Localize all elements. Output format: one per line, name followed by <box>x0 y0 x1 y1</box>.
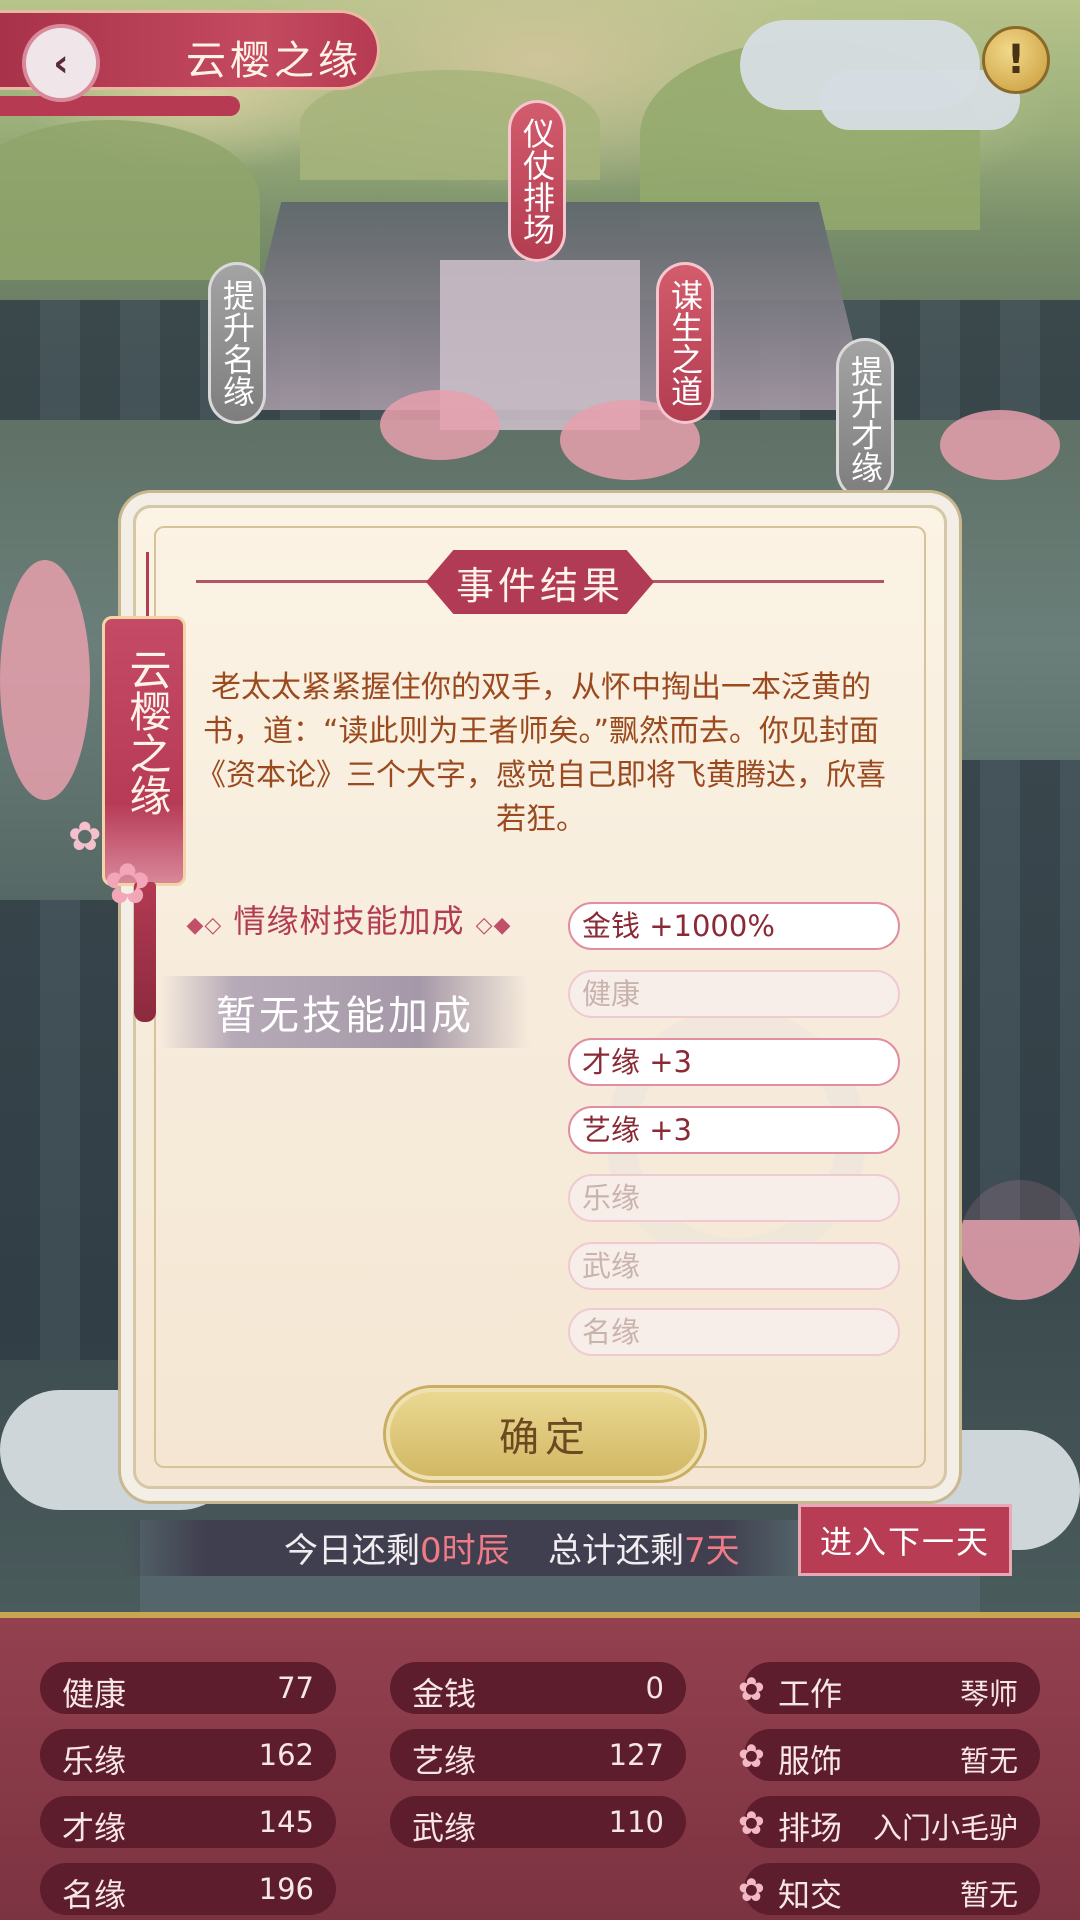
hanging-tag: 云樱之缘 ✿ ✿ <box>68 552 194 1022</box>
title-banner: ‹ 云樱之缘 <box>0 10 380 130</box>
stat-job[interactable]: ✿ 工作 琴师 <box>738 1662 1040 1714</box>
stat-procession[interactable]: ✿ 排场 入门小毛驴 <box>738 1796 1040 1848</box>
reward-health: 健康 <box>568 970 900 1018</box>
total-remaining: 总计还剩7天 <box>548 1531 740 1571</box>
map-tag-procession[interactable]: 仪仗排场 <box>508 100 566 262</box>
info-button[interactable]: ! <box>982 26 1050 94</box>
today-remaining: 今日还剩0时辰 <box>284 1531 510 1571</box>
map-tag-livelihood[interactable]: 谋生之道 <box>656 262 714 424</box>
event-result-dialog: 事件结果 老太太紧紧握住你的双手，从怀中掏出一本泛黄的书，道：“读此则为王者师矣… <box>133 505 947 1489</box>
confirm-button[interactable]: 确定 <box>386 1388 704 1480</box>
next-day-button[interactable]: 进入下一天 <box>798 1504 1012 1576</box>
blossom-icon: ✿ <box>68 814 102 860</box>
stat-art: 艺缘 127 <box>390 1729 686 1781</box>
blossom-icon: ✿ <box>738 1670 765 1708</box>
reward-fame: 名缘 <box>568 1308 900 1356</box>
stat-attire[interactable]: ✿ 服饰 暂无 <box>738 1729 1040 1781</box>
banner-title: 云樱之缘 <box>186 38 362 84</box>
skill-bonus-value: 暂无技能加成 <box>160 976 530 1048</box>
stat-fame: 名缘 196 <box>40 1863 336 1915</box>
stats-panel: 健康 77 乐缘 162 才缘 145 名缘 196 金钱 0 艺缘 127 武缘 110 ✿… <box>0 1612 1080 1920</box>
game-screen: ‹ 云樱之缘 ! 仪仗排场 提升名缘 谋生之道 提升才缘 今日还剩0时辰 总计还… <box>0 0 1080 1920</box>
dialog-title: 事件结果 <box>426 550 654 614</box>
blossom-icon: ✿ <box>738 1737 765 1775</box>
stat-talent: 才缘 145 <box>40 1796 336 1848</box>
back-button[interactable]: ‹ <box>26 28 96 98</box>
map-tag-fame[interactable]: 提升名缘 <box>208 262 266 424</box>
stat-music: 乐缘 162 <box>40 1729 336 1781</box>
reward-music: 乐缘 <box>568 1174 900 1222</box>
exclamation-icon: ! <box>1006 37 1026 83</box>
stat-friend[interactable]: ✿ 知交 暂无 <box>738 1863 1040 1915</box>
skill-bonus-title: ◆◇ 情缘树技能加成 ◇◆ <box>186 902 512 940</box>
reward-talent: 才缘 +3 <box>568 1038 900 1086</box>
reward-martial: 武缘 <box>568 1242 900 1290</box>
stat-money: 金钱 0 <box>390 1662 686 1714</box>
blossom-icon: ✿ <box>738 1804 765 1842</box>
blossom-icon: ✿ <box>738 1871 765 1909</box>
stat-martial: 武缘 110 <box>390 1796 686 1848</box>
stat-health: 健康 77 <box>40 1662 336 1714</box>
hanging-tag-label: 云樱之缘 <box>123 648 172 816</box>
reward-money: 金钱 +1000% <box>568 902 900 950</box>
diamond-icon: ◇◆ <box>475 913 512 938</box>
chevron-left-icon: ‹ <box>53 41 69 85</box>
map-tag-talent[interactable]: 提升才缘 <box>836 338 894 500</box>
event-story: 老太太紧紧握住你的双手，从怀中掏出一本泛黄的书，道：“读此则为王者师矣。”飘然而… <box>196 670 886 837</box>
reward-art: 艺缘 +3 <box>568 1106 900 1154</box>
blossom-icon: ✿ <box>104 852 151 917</box>
